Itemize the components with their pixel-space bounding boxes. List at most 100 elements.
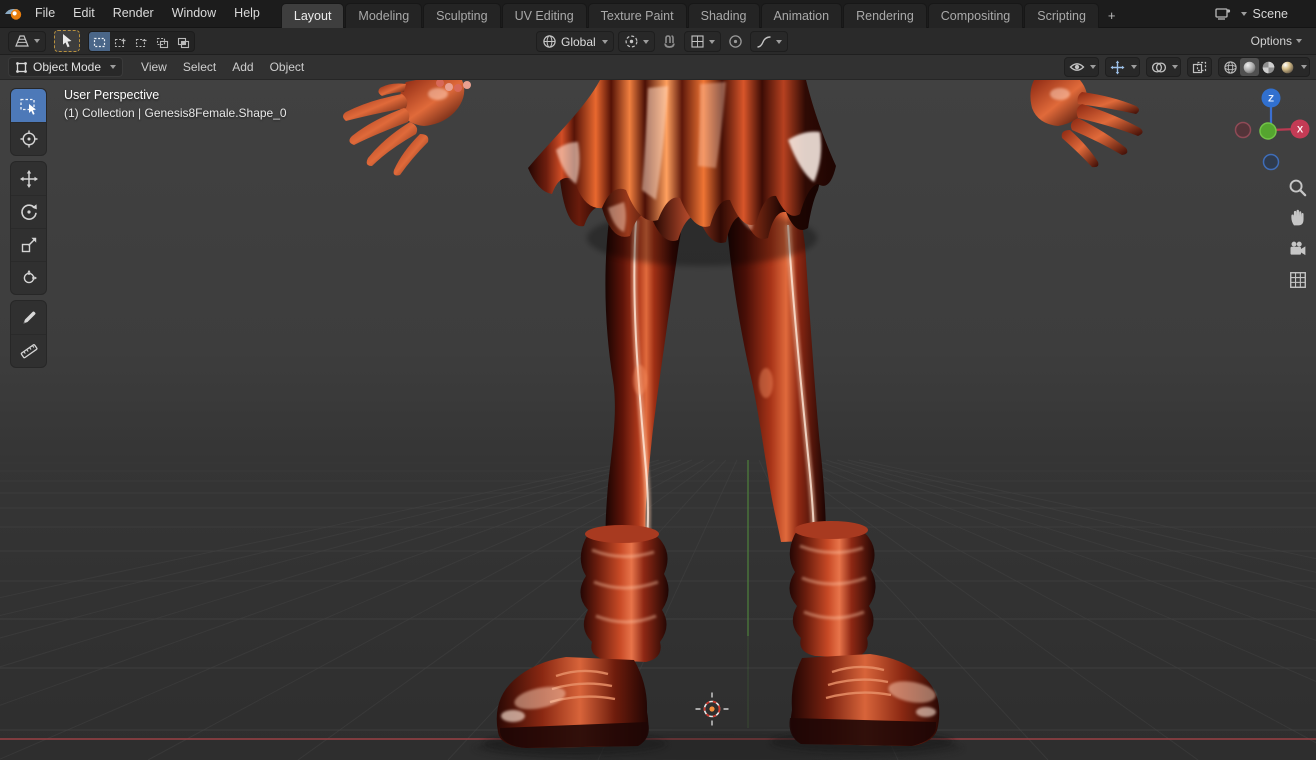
gizmo-y-ball[interactable] — [1259, 122, 1277, 140]
blender-logo-glyph — [4, 9, 21, 20]
select-cursor-icon — [63, 34, 72, 48]
tab-animation[interactable]: Animation — [760, 2, 843, 28]
editor-type-dropdown[interactable] — [8, 30, 46, 52]
tab-modeling[interactable]: Modeling — [345, 2, 423, 28]
scene-name: Scene — [1252, 6, 1288, 21]
select-mode-invert[interactable] — [152, 32, 173, 51]
character-model[interactable] — [343, 80, 1143, 760]
select-mode-set[interactable] — [89, 31, 110, 51]
pivot-point-dropdown[interactable] — [617, 31, 655, 52]
tool-cursor[interactable] — [11, 122, 46, 155]
tab-sculpting[interactable]: Sculpting — [423, 2, 501, 28]
shading-mode-group — [1218, 57, 1310, 77]
tool-move[interactable] — [11, 162, 46, 195]
proportional-editing-toggle[interactable] — [725, 31, 746, 52]
overlays-dropdown[interactable] — [1146, 57, 1181, 77]
tab-shading[interactable]: Shading — [687, 2, 760, 28]
tab-layout[interactable]: Layout — [280, 2, 345, 28]
mode-dropdown[interactable]: Object Mode — [8, 57, 124, 77]
right-hand — [1030, 80, 1143, 168]
snap-target-dropdown[interactable] — [683, 31, 721, 52]
gizmos-dropdown[interactable] — [1105, 57, 1140, 77]
snap-toggle[interactable] — [659, 31, 680, 52]
tool-transform[interactable] — [11, 261, 46, 294]
move-tool-icon — [19, 169, 38, 188]
tool-select-box[interactable] — [11, 89, 46, 122]
tool-measure[interactable] — [11, 334, 46, 367]
chevron-down-icon — [34, 39, 40, 43]
shading-solid-button[interactable] — [1240, 58, 1259, 76]
chevron-down-icon — [642, 39, 649, 44]
menu-file[interactable]: File — [26, 0, 64, 27]
toggle-ortho-button[interactable] — [1286, 268, 1309, 291]
gizmo-icon — [1108, 58, 1127, 76]
viewport-header: Object Mode View Select Add Object — [0, 55, 1316, 80]
menu-help[interactable]: Help — [225, 0, 269, 27]
tool-scale[interactable] — [11, 228, 46, 261]
tab-scripting[interactable]: Scripting — [1024, 2, 1099, 28]
select-mode-extend[interactable] — [110, 32, 131, 51]
add-workspace-button[interactable]: + — [1100, 4, 1124, 28]
workspace-tabs: Layout Modeling Sculpting UV Editing Tex… — [280, 0, 1125, 28]
shading-material-button[interactable] — [1259, 58, 1278, 76]
tool-settings-bar: Global Options — [0, 28, 1316, 55]
menu-object[interactable]: Object — [262, 55, 313, 79]
transform-orientation-dropdown[interactable]: Global — [536, 31, 614, 52]
active-tool-indicator[interactable] — [54, 30, 80, 52]
chevron-down-icon — [1301, 65, 1307, 69]
grid-icon — [1289, 271, 1306, 288]
tool-rotate[interactable] — [11, 195, 46, 228]
chevron-down-icon — [1296, 39, 1302, 43]
orientation-label: Global — [561, 34, 596, 49]
proportional-falloff-dropdown[interactable] — [749, 31, 788, 52]
select-mode-intersect[interactable] — [173, 32, 194, 51]
viewport-canvas[interactable] — [0, 80, 1316, 760]
menu-edit[interactable]: Edit — [64, 0, 104, 27]
select-mode-subtract[interactable] — [131, 32, 152, 51]
menu-window[interactable]: Window — [163, 0, 225, 27]
viewport-3d[interactable]: User Perspective (1) Collection | Genesi… — [0, 80, 1316, 760]
zoom-button[interactable] — [1286, 176, 1309, 199]
menu-add[interactable]: Add — [224, 55, 261, 79]
scene-icon — [1214, 7, 1230, 20]
hand-icon — [1291, 209, 1304, 226]
xray-toggle[interactable] — [1187, 57, 1212, 77]
tab-uv-editing[interactable]: UV Editing — [501, 2, 587, 28]
scale-tool-icon — [21, 237, 36, 253]
annotate-pen-icon — [23, 311, 35, 323]
tool-annotate[interactable] — [11, 301, 46, 334]
xray-icon — [1190, 58, 1209, 76]
menu-view[interactable]: View — [133, 55, 175, 79]
select-invert-icon — [156, 37, 169, 48]
tab-compositing[interactable]: Compositing — [927, 2, 1024, 28]
chevron-down-icon — [708, 39, 715, 44]
visibility-dropdown[interactable] — [1064, 57, 1099, 77]
tab-rendering[interactable]: Rendering — [843, 2, 927, 28]
gizmo-neg-z-ball[interactable] — [1262, 153, 1280, 171]
pan-button[interactable] — [1286, 206, 1309, 229]
menu-render[interactable]: Render — [104, 0, 163, 27]
gizmo-x-label: X — [1297, 125, 1304, 136]
tab-texture-paint[interactable]: Texture Paint — [587, 2, 687, 28]
cursor-tool-icon — [20, 130, 37, 148]
shading-wireframe-button[interactable] — [1221, 58, 1240, 76]
shading-rendered-button[interactable] — [1278, 58, 1297, 76]
eye-icon — [1067, 58, 1086, 76]
chevron-down-icon — [110, 65, 117, 69]
blender-logo-icon[interactable] — [0, 0, 26, 28]
menu-select[interactable]: Select — [175, 55, 224, 79]
select-intersect-icon — [177, 37, 190, 48]
viewport-overlay-text: User Perspective (1) Collection | Genesi… — [64, 88, 287, 120]
object-mode-icon — [16, 61, 27, 73]
viewport-menus: View Select Add Object — [133, 55, 312, 79]
camera-icon — [1290, 241, 1306, 256]
gizmo-neg-x-ball[interactable] — [1234, 121, 1252, 139]
navigation-gizmo[interactable]: Z X — [1231, 84, 1311, 176]
chevron-down-icon — [1131, 65, 1137, 69]
chevron-down-icon — [601, 39, 608, 44]
options-dropdown[interactable]: Options — [1245, 32, 1308, 50]
scene-selector[interactable]: Scene — [1214, 6, 1316, 21]
camera-view-button[interactable] — [1286, 237, 1309, 260]
select-subtract-icon — [135, 38, 147, 47]
select-extend-icon — [114, 38, 126, 47]
